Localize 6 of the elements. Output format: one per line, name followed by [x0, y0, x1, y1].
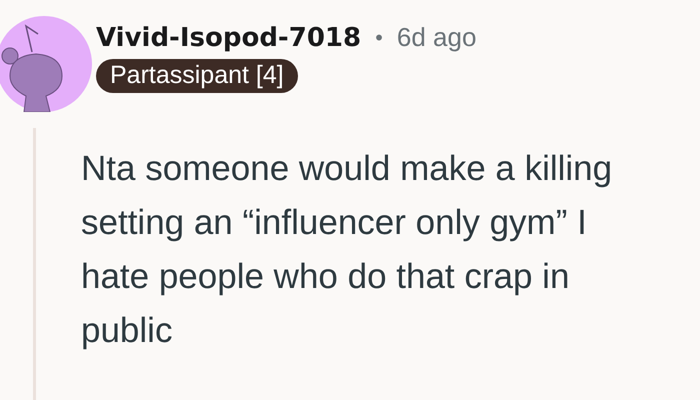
user-flair: Partassipant [4]: [96, 59, 298, 93]
username[interactable]: Vivid-Isopod-7018: [96, 22, 362, 52]
avatar-icon: [0, 16, 92, 112]
timestamp: 6d ago: [396, 22, 476, 53]
separator-dot: •: [373, 26, 385, 50]
comment-text: Nta someone would make a killing setting an “influencer only gym” I hate people who do that crap in public: [81, 148, 614, 352]
